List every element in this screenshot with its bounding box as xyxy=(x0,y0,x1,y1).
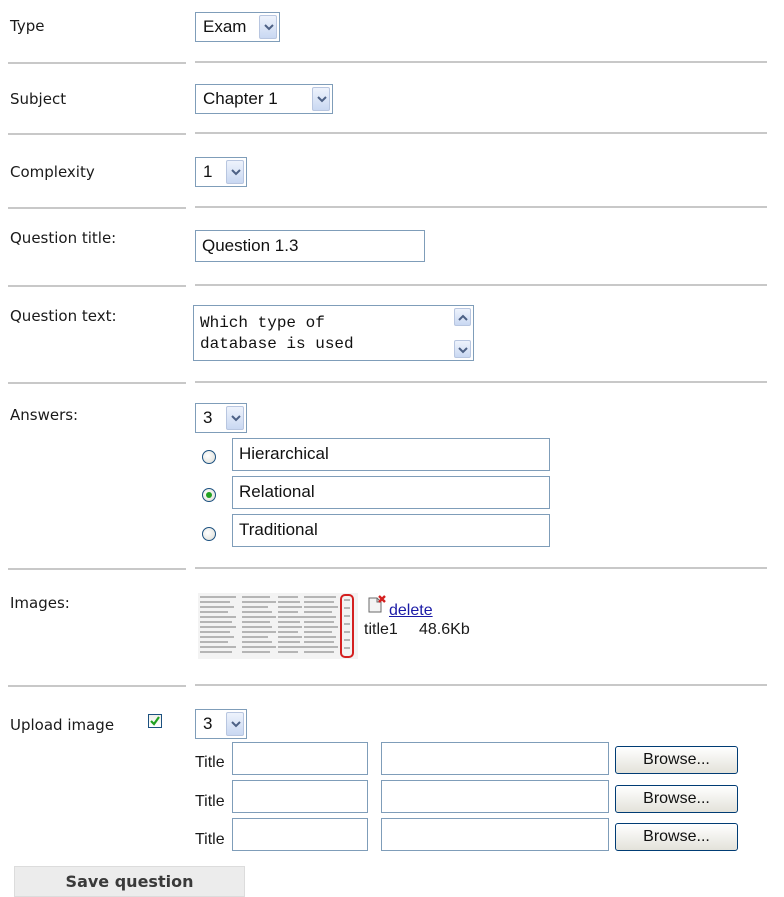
image-size: 48.6Kb xyxy=(419,621,470,638)
upload-file-input[interactable] xyxy=(381,742,609,775)
subject-select[interactable]: Chapter 1 xyxy=(195,84,333,114)
subject-select-value: Chapter 1 xyxy=(203,89,278,108)
answer-value: Relational xyxy=(239,482,315,501)
upload-title-input[interactable] xyxy=(232,780,368,813)
image-thumbnail[interactable] xyxy=(198,593,358,659)
question-title-label: Question title: xyxy=(10,229,117,247)
scroll-up-button[interactable] xyxy=(454,308,471,326)
type-select[interactable]: Exam xyxy=(195,12,280,42)
image-thumbnail-graphic xyxy=(198,593,358,659)
scroll-down-button[interactable] xyxy=(454,340,471,358)
answer-radio-relational[interactable] xyxy=(202,488,216,502)
complexity-dropdown-button[interactable] xyxy=(226,160,244,184)
answer-value: Hierarchical xyxy=(239,444,329,463)
answer-input-relational[interactable]: Relational xyxy=(232,476,550,509)
browse-button[interactable]: Browse... xyxy=(615,785,738,813)
delete-image-link[interactable]: delete xyxy=(389,602,433,620)
checkmark-icon xyxy=(150,716,160,726)
question-text-line: database is used xyxy=(200,335,354,353)
chevron-down-icon xyxy=(264,24,274,31)
answer-value: Traditional xyxy=(239,520,318,539)
type-label: Type xyxy=(10,17,45,35)
answers-count-select[interactable]: 3 xyxy=(195,403,247,433)
answer-radio-hierarchical[interactable] xyxy=(202,450,216,464)
chevron-down-icon xyxy=(458,347,468,354)
answer-input-traditional[interactable]: Traditional xyxy=(232,514,550,547)
question-text-area[interactable]: Which type of database is used xyxy=(193,305,474,361)
divider xyxy=(195,61,767,63)
divider xyxy=(8,207,186,209)
subject-label: Subject xyxy=(10,90,67,108)
save-question-button[interactable]: Save question xyxy=(14,866,245,897)
upload-file-input[interactable] xyxy=(381,780,609,813)
upload-title-label: Title xyxy=(195,793,225,810)
upload-count-value: 3 xyxy=(203,714,213,733)
divider xyxy=(195,132,767,134)
image-title: title1 xyxy=(364,621,398,638)
divider xyxy=(195,206,767,208)
upload-count-dropdown-button[interactable] xyxy=(226,712,244,736)
complexity-label: Complexity xyxy=(10,163,95,181)
question-text-label: Question text: xyxy=(10,307,117,325)
subject-dropdown-button[interactable] xyxy=(312,87,330,111)
question-title-value: Question 1.3 xyxy=(202,236,299,255)
upload-image-label: Upload image xyxy=(10,716,115,734)
divider xyxy=(8,62,186,64)
divider xyxy=(8,382,186,384)
divider xyxy=(8,133,186,135)
type-dropdown-button[interactable] xyxy=(259,15,277,39)
browse-button[interactable]: Browse... xyxy=(615,823,738,851)
answers-count-dropdown-button[interactable] xyxy=(226,406,244,430)
upload-file-input[interactable] xyxy=(381,818,609,851)
answers-label: Answers: xyxy=(10,406,79,424)
chevron-down-icon xyxy=(317,96,327,103)
upload-count-select[interactable]: 3 xyxy=(195,709,247,739)
divider xyxy=(8,685,186,687)
radio-selected-dot xyxy=(206,492,212,498)
divider xyxy=(8,568,186,570)
upload-title-label: Title xyxy=(195,831,225,848)
divider xyxy=(195,567,767,569)
upload-image-checkbox[interactable] xyxy=(148,714,162,728)
answers-count-value: 3 xyxy=(203,408,213,427)
browse-button[interactable]: Browse... xyxy=(615,746,738,774)
delete-file-icon[interactable] xyxy=(367,594,387,614)
answer-input-hierarchical[interactable]: Hierarchical xyxy=(232,438,550,471)
divider xyxy=(8,285,186,287)
chevron-down-icon xyxy=(231,415,241,422)
divider xyxy=(195,284,767,286)
complexity-select-value: 1 xyxy=(203,162,213,181)
question-text-line: Which type of xyxy=(200,314,325,332)
complexity-select[interactable]: 1 xyxy=(195,157,247,187)
chevron-down-icon xyxy=(231,169,241,176)
upload-title-input[interactable] xyxy=(232,818,368,851)
divider xyxy=(195,381,767,383)
divider xyxy=(195,684,767,686)
answer-radio-traditional[interactable] xyxy=(202,527,216,541)
upload-title-input[interactable] xyxy=(232,742,368,775)
upload-title-label: Title xyxy=(195,754,225,771)
question-title-input[interactable]: Question 1.3 xyxy=(195,230,425,262)
images-label: Images: xyxy=(10,594,70,612)
type-select-value: Exam xyxy=(203,17,247,36)
chevron-down-icon xyxy=(231,721,241,728)
chevron-up-icon xyxy=(458,314,468,321)
